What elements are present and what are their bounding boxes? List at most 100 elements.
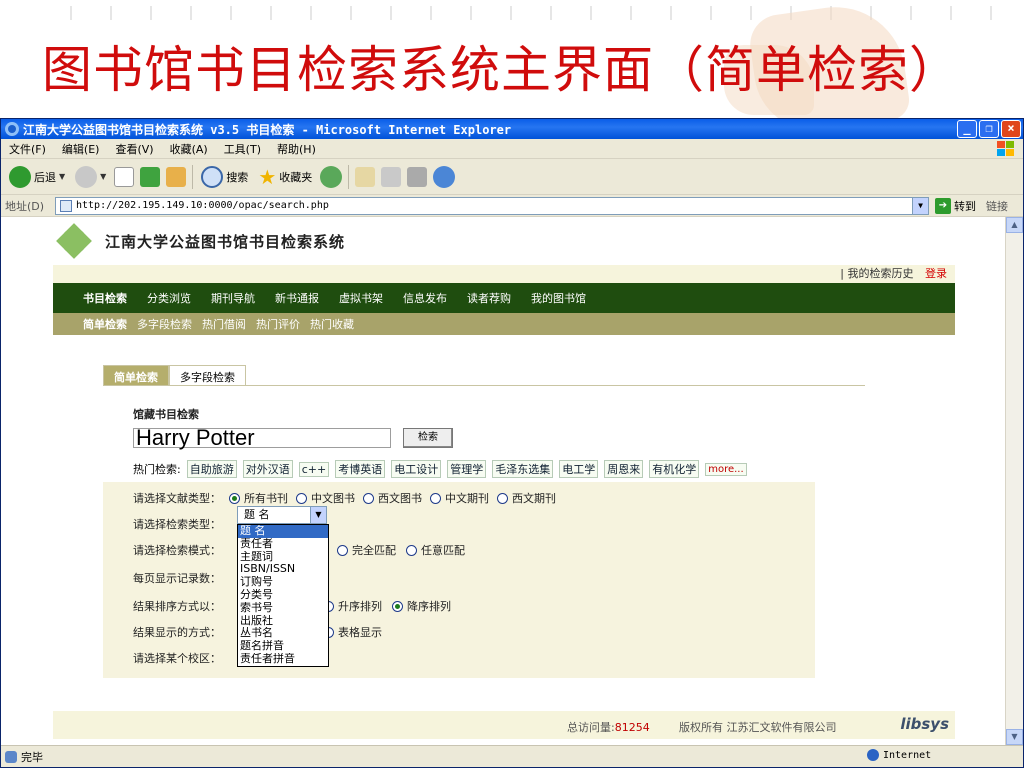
radio-search-mode[interactable] — [337, 544, 348, 556]
refresh-icon[interactable] — [140, 166, 161, 187]
hot-search-term[interactable]: c++ — [298, 461, 330, 477]
radio-doc-type[interactable] — [229, 492, 240, 504]
minimize-button[interactable]: _ — [957, 120, 977, 138]
chevron-down-icon[interactable]: ▼ — [310, 507, 326, 523]
back-label: 后退 — [34, 170, 56, 184]
hot-search-term[interactable]: 电工学 — [559, 460, 599, 478]
mail-icon[interactable] — [355, 166, 376, 187]
search-history-link[interactable]: 我的检索历史 — [848, 267, 914, 280]
menu-tools[interactable]: 工具(T) — [224, 141, 261, 157]
links-button[interactable]: 链接 — [986, 198, 1008, 214]
dropdown-option[interactable]: 题名拼音 — [238, 640, 328, 653]
doc-type-option: 西文期刊 — [512, 492, 556, 505]
home-icon[interactable] — [166, 166, 187, 187]
sort-option: 降序排列 — [407, 600, 451, 613]
hot-search-term[interactable]: 管理学 — [447, 460, 487, 478]
close-button[interactable]: × — [1001, 120, 1021, 138]
nav-journal-guide[interactable]: 期刊导航 — [211, 290, 255, 306]
menubar: 文件(F) 编辑(E) 查看(V) 收藏(A) 工具(T) 帮助(H) — [1, 139, 1023, 159]
tab-multi-field-search[interactable]: 多字段检索 — [169, 365, 246, 385]
dropdown-option[interactable]: 主题词 — [238, 551, 328, 564]
nav-virtual-shelf[interactable]: 虚拟书架 — [339, 290, 383, 306]
restore-button[interactable]: ❐ — [979, 120, 999, 138]
search-type-select[interactable]: 题 名 ▼ — [237, 506, 327, 524]
hot-search-term[interactable]: 有机化学 — [649, 460, 700, 478]
dropdown-option[interactable]: 责任者 — [238, 538, 328, 551]
campus-label: 请选择某个校区： — [133, 652, 221, 665]
visit-counter: 总访问量:81254 — [567, 719, 650, 735]
tab-simple-search[interactable]: 简单检索 — [103, 365, 169, 385]
address-input[interactable]: http://202.195.149.10:0000/opac/search.p… — [55, 196, 929, 215]
radio-doc-type[interactable] — [430, 492, 441, 504]
nav-new-books[interactable]: 新书通报 — [275, 290, 319, 306]
radio-sort[interactable] — [392, 600, 403, 612]
opac-page: 江南大学公益图书馆书目检索系统 | 我的检索历史 登录 书目检索 分类浏览 期刊… — [53, 217, 955, 745]
search-type-dropdown-list[interactable]: 题 名 责任者 主题词 ISBN/ISSN 订购号 分类号 索书号 出版社 丛书… — [237, 524, 329, 667]
search-panel: 简单检索 多字段检索 馆藏书目检索 Harry Potter 检索 热门检索: … — [103, 365, 865, 678]
dropdown-option[interactable]: 责任者拼音 — [238, 653, 328, 666]
radio-doc-type[interactable] — [296, 492, 307, 504]
forward-button[interactable]: ▼ — [73, 163, 108, 191]
scroll-up-icon[interactable]: ▲ — [1006, 217, 1023, 233]
subnav-hot-review[interactable]: 热门评价 — [256, 316, 300, 332]
menu-help[interactable]: 帮助(H) — [277, 141, 316, 157]
hot-search-term[interactable]: 对外汉语 — [242, 460, 293, 478]
subnav-simple-search[interactable]: 简单检索 — [83, 316, 127, 332]
messenger-icon[interactable] — [433, 165, 456, 188]
go-button[interactable]: ➔ 转到 — [935, 197, 976, 214]
nav-announcements[interactable]: 信息发布 — [403, 290, 447, 306]
chevron-down-icon[interactable]: ▼ — [912, 197, 928, 214]
history-icon[interactable] — [320, 165, 343, 188]
hot-search-term[interactable]: 毛泽东选集 — [492, 460, 554, 478]
menu-view[interactable]: 查看(V) — [115, 141, 153, 157]
subnav-multi-field-search[interactable]: 多字段检索 — [137, 316, 192, 332]
menu-favorites[interactable]: 收藏(A) — [170, 141, 208, 157]
favorites-button[interactable]: ★ 收藏夹 — [256, 163, 314, 191]
hot-search-term[interactable]: 周恩来 — [604, 460, 644, 478]
doc-type-label: 请选择文献类型： — [133, 492, 221, 505]
search-mode-option: 任意匹配 — [421, 544, 465, 557]
dropdown-option[interactable]: 索书号 — [238, 602, 328, 615]
hot-search-term[interactable]: 自助旅游 — [186, 460, 237, 478]
vertical-scrollbar[interactable]: ▲ ▼ — [1005, 217, 1023, 745]
menu-file[interactable]: 文件(F) — [9, 141, 46, 157]
login-link[interactable]: 登录 — [925, 267, 947, 280]
dropdown-option[interactable]: 丛书名 — [238, 627, 328, 640]
search-submit-button[interactable]: 检索 — [403, 428, 453, 448]
window-titlebar[interactable]: 江南大学公益图书馆书目检索系统 v3.5 书目检索 - Microsoft In… — [1, 119, 1023, 139]
chevron-down-icon[interactable]: ▼ — [100, 172, 106, 181]
search-button[interactable]: 搜索 — [199, 163, 250, 191]
dropdown-option[interactable]: 订购号 — [238, 576, 328, 589]
radio-doc-type[interactable] — [497, 492, 508, 504]
radio-search-mode[interactable] — [406, 544, 417, 556]
back-button[interactable]: 后退 ▼ — [7, 163, 67, 191]
hot-search-term[interactable]: 考博英语 — [335, 460, 386, 478]
nav-reader-recommend[interactable]: 读者荐购 — [467, 290, 511, 306]
dropdown-option[interactable]: 出版社 — [238, 615, 328, 628]
subnav-hot-borrow[interactable]: 热门借阅 — [202, 316, 246, 332]
edit-icon[interactable] — [407, 166, 428, 187]
nav-book-search[interactable]: 书目检索 — [83, 290, 127, 306]
page-footer: 总访问量:81254 版权所有 江苏汇文软件有限公司 libsys — [53, 711, 955, 739]
search-mode-label: 请选择检索模式： — [133, 544, 221, 557]
nav-category-browse[interactable]: 分类浏览 — [147, 290, 191, 306]
per-page-label: 每页显示记录数： — [133, 572, 221, 585]
dropdown-option[interactable]: 题 名 — [238, 525, 328, 538]
visit-counter-label: 总访问量: — [567, 721, 615, 734]
subnav-hot-collect[interactable]: 热门收藏 — [310, 316, 354, 332]
dropdown-option[interactable]: 分类号 — [238, 589, 328, 602]
search-icon — [201, 165, 224, 188]
dropdown-option[interactable]: ISBN/ISSN — [238, 563, 328, 576]
hot-search-term[interactable]: 电工设计 — [391, 460, 442, 478]
search-input[interactable]: Harry Potter — [133, 427, 391, 449]
nav-my-library[interactable]: 我的图书馆 — [531, 290, 586, 306]
hot-search-more-link[interactable]: more... — [705, 462, 747, 476]
scroll-down-icon[interactable]: ▼ — [1006, 729, 1023, 745]
chevron-down-icon[interactable]: ▼ — [59, 172, 65, 181]
radio-doc-type[interactable] — [363, 492, 374, 504]
campus-row: 请选择某个校区： — [133, 650, 221, 666]
print-icon[interactable] — [381, 166, 402, 187]
search-options: 请选择文献类型： 所有书刊 中文图书 西文图书 中文期刊 西文期刊 请选择检索类… — [103, 482, 815, 678]
menu-edit[interactable]: 编辑(E) — [62, 141, 100, 157]
stop-icon[interactable] — [114, 166, 135, 187]
